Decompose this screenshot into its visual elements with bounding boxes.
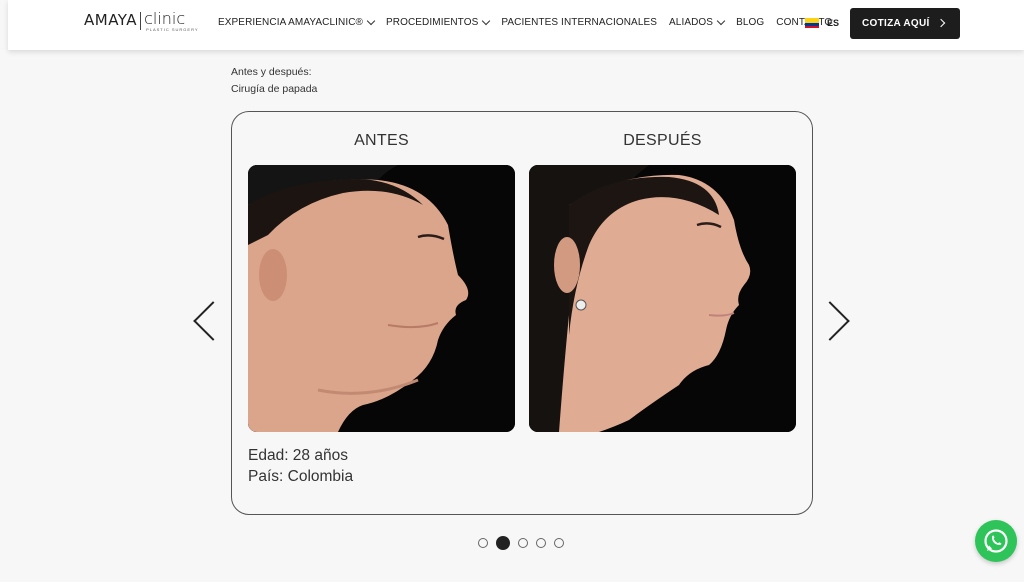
carousel-dot-3[interactable] [518,538,528,548]
after-photo [529,165,796,432]
chevron-down-icon [366,16,376,26]
chevron-right-icon [936,18,946,28]
carousel-prev-arrow[interactable] [193,301,233,341]
site-header: AMAYA clinic PLASTIC SURGERY EXPERIENCIA… [8,0,1024,50]
carousel-dot-1[interactable] [478,538,488,548]
nav-procedimientos[interactable]: PROCEDIMIENTOS [386,16,491,28]
nav-aliados[interactable]: ALIADOS [669,16,726,28]
caption-line-1: Antes y después: [231,66,312,78]
chevron-down-icon [482,16,491,26]
logo[interactable]: AMAYA clinic PLASTIC SURGERY [84,9,199,33]
patient-age: Edad: 28 años [248,447,348,464]
carousel-dot-2[interactable] [496,536,510,550]
carousel-next-arrow[interactable] [810,301,850,341]
nav-blog[interactable]: BLOG [736,17,764,28]
after-title: DESPUÉS [623,132,702,149]
logo-subtitle: PLASTIC SURGERY [146,27,199,32]
nav-experiencia[interactable]: EXPERIENCIA AMAYACLINIC® [218,16,376,28]
whatsapp-icon [984,529,1008,553]
chevron-down-icon [716,16,726,26]
logo-brand: AMAYA [84,11,138,29]
patient-info: Edad: 28 años País: Colombia [248,445,353,487]
carousel-dots [478,536,572,550]
logo-clinic: clinic [144,9,186,28]
gallery-caption: Antes y después: Cirugía de papada [231,64,317,98]
logo-divider [140,12,142,30]
profile-photo-before [248,165,515,432]
before-after-card: ANTES DESPUÉS Edad: 28 años País: Colomb [231,111,813,515]
before-photo [248,165,515,432]
nav-pacientes-internacionales[interactable]: PACIENTES INTERNACIONALES [501,17,657,28]
cotiza-button[interactable]: COTIZA AQUÍ [850,8,960,39]
carousel-dot-4[interactable] [536,538,546,548]
carousel-dot-5[interactable] [554,538,564,548]
before-title: ANTES [354,132,409,149]
caption-line-2: Cirugía de papada [231,83,318,95]
main-nav: EXPERIENCIA AMAYACLINIC® PROCEDIMIENTOS … [218,16,844,28]
language-code: ES [827,18,840,28]
language-selector[interactable]: ES [805,18,839,28]
profile-photo-after [529,165,796,432]
colombia-flag-icon [805,18,819,28]
patient-country: País: Colombia [248,468,354,485]
whatsapp-button[interactable] [975,520,1017,562]
